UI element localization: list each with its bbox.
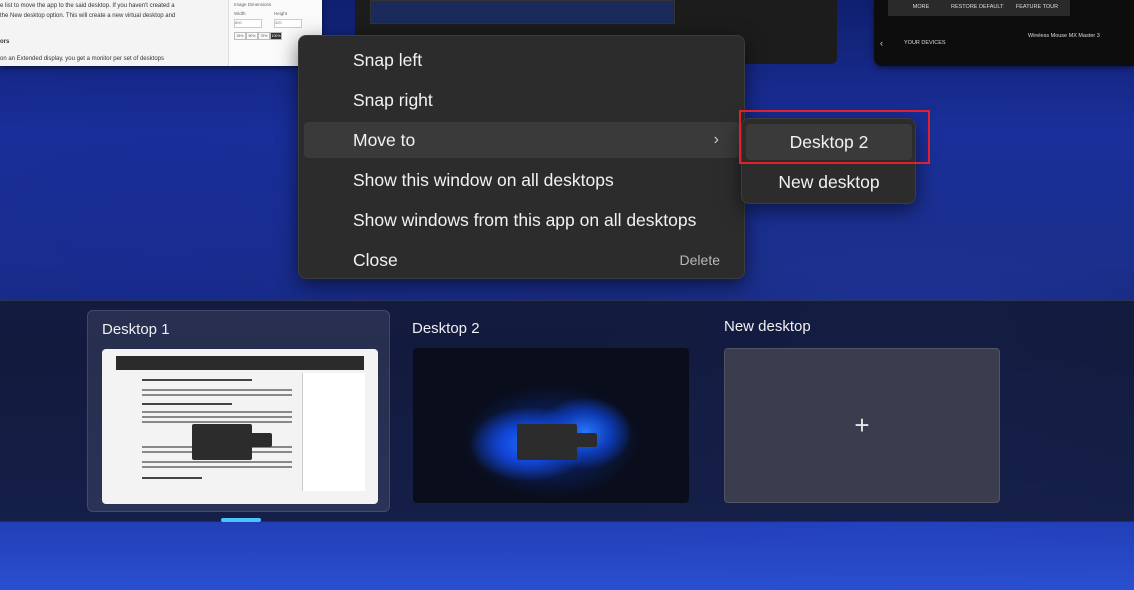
desktop-card-2[interactable]: Desktop 2 [398,310,701,512]
back-chevron-icon[interactable]: ‹ [880,38,883,48]
menu-item-snap-right[interactable]: Snap right [304,82,739,118]
desktop-label: Desktop 1 [102,321,170,338]
submenu-item-new-desktop[interactable]: New desktop [746,164,912,200]
percent-button[interactable]: 50% [246,32,258,40]
thumbnail-text [142,466,292,468]
thumbnail-text [142,477,202,479]
desktop-card-new[interactable]: New desktop + [710,310,1013,512]
menu-item-move-to[interactable]: Move to › [304,122,739,158]
more-button[interactable]: MORE [888,0,954,16]
thumbnail-text [142,379,252,381]
window-context-menu: Snap left Snap right Move to › Show this… [298,35,745,279]
thumbnail-submenu [250,433,272,447]
height-input[interactable]: 320 [274,19,302,28]
menu-item-label: Show windows from this app on all deskto… [353,210,697,230]
thumbnail-text [142,411,292,413]
width-label: Width [234,11,246,16]
background-device-window[interactable]: MORE RESTORE DEFAULTS FEATURE TOUR ‹ YOU… [874,0,1134,66]
plus-icon: + [854,410,870,440]
thumbnail-text [142,461,292,463]
media-preview [370,0,675,24]
restore-defaults-button[interactable]: RESTORE DEFAULTS [946,0,1012,16]
menu-item-snap-left[interactable]: Snap left [304,42,739,78]
desktop-card-1[interactable]: Desktop 1 [87,310,390,522]
menu-item-label: Show this window on all desktops [353,170,614,190]
submenu-item-label: New desktop [778,172,880,192]
desktop-thumbnail[interactable] [102,349,378,504]
thumbnail-text [142,421,292,423]
menu-item-show-app-all-desktops[interactable]: Show windows from this app on all deskto… [304,202,739,238]
percent-button[interactable]: 75% [258,32,270,40]
percent-button[interactable]: 25% [234,32,246,40]
panel-title: Image Dimensions [234,2,272,7]
thumbnail-menu [517,424,577,460]
thumbnail-submenu [575,433,597,447]
chevron-right-icon: › [713,131,719,148]
desktop-label: Desktop 2 [412,320,480,337]
doc-line: the New desktop option. This will create… [0,13,176,19]
thumbnail-menu [192,424,252,460]
thumbnail-text [142,403,232,405]
shortcut-hint: Delete [679,252,720,268]
desktop-thumbnail[interactable] [413,348,689,503]
menu-item-label: Move to [353,130,416,150]
thumbnail-text [142,394,292,396]
feature-tour-button[interactable]: FEATURE TOUR [1004,0,1070,16]
background-document-window[interactable]: e list to move the app to the said deskt… [0,0,322,66]
height-label: Height [274,11,288,16]
menu-item-close[interactable]: Close Delete [304,242,739,278]
doc-line: on an Extended display, you get a monito… [0,56,164,62]
annotation-highlight-box [739,110,930,164]
thumbnail-text [142,389,292,391]
menu-item-label: Close [353,250,398,270]
menu-item-show-window-all-desktops[interactable]: Show this window on all desktops [304,162,739,198]
thumbnail-text [142,416,292,418]
width-input[interactable]: 600 [234,19,262,28]
thumbnail-sidebar [302,373,365,491]
device-name: Wireless Mouse MX Master 3 [1028,33,1100,39]
virtual-desktops-bar: Desktop 1 Desktop 2 New desktop + [0,300,1134,522]
menu-item-label: Snap left [353,50,423,70]
desktop-label: New desktop [724,318,811,335]
doc-line: ors [0,39,10,45]
thumbnail-titlebar [116,356,364,370]
back-label[interactable]: YOUR DEVICES [904,40,946,46]
doc-line: e list to move the app to the said deskt… [0,3,175,9]
active-desktop-indicator [221,518,261,522]
menu-item-label: Snap right [353,90,433,110]
new-desktop-button[interactable]: + [724,348,1000,503]
percent-button[interactable]: 100% [270,32,282,40]
